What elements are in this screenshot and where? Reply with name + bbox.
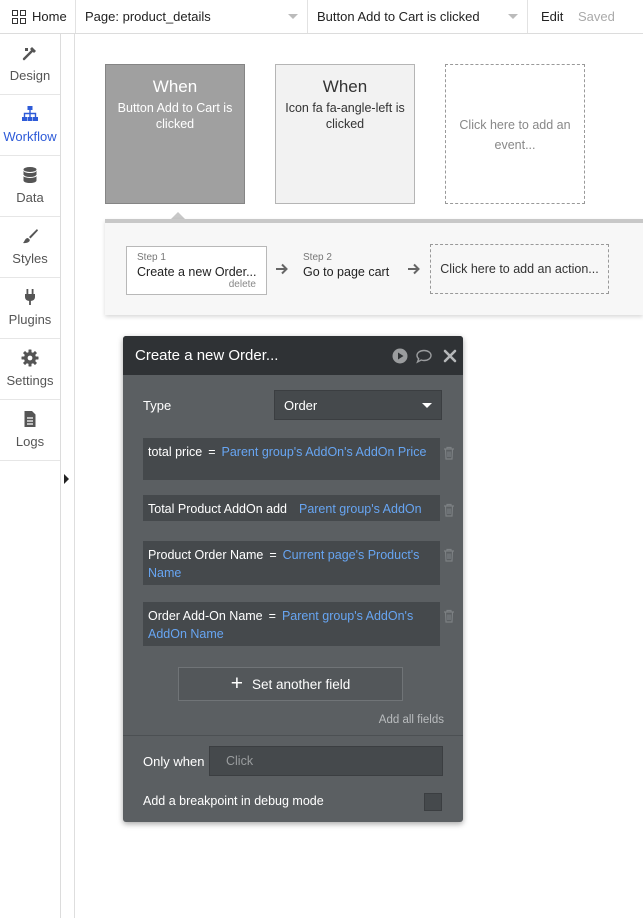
event-description: Icon fa fa-angle-left is clicked <box>285 101 405 131</box>
field-row-order-addon-name[interactable]: Order Add-On Name = Parent group's AddOn's… <box>143 602 440 646</box>
sidebar-item-label: Workflow <box>3 129 57 144</box>
chevron-down-icon <box>288 14 298 19</box>
home-button[interactable]: Home <box>0 0 76 33</box>
trash-icon[interactable] <box>443 446 455 460</box>
play-icon[interactable] <box>392 348 408 364</box>
chevron-down-icon <box>422 403 432 408</box>
saved-status: Saved <box>578 9 615 24</box>
action-steps-strip: Step 1 Create a new Order... delete Step… <box>105 219 643 315</box>
event-description: Button Add to Cart is clicked <box>117 101 233 131</box>
field-equals: = <box>269 548 277 562</box>
action-step-1[interactable]: Step 1 Create a new Order... delete <box>126 246 267 295</box>
step-title: Create a new Order... <box>137 265 257 279</box>
field-equals: = <box>208 445 216 459</box>
field-name: Total Product AddOn add <box>148 502 287 516</box>
sidebar-item-workflow[interactable]: Workflow <box>0 95 60 156</box>
step-number: Step 1 <box>137 252 166 263</box>
field-row-total-product-addon[interactable]: Total Product AddOn add Parent group's Ad… <box>143 495 440 521</box>
sidebar-item-label: Design <box>9 68 51 83</box>
sidebar: Design Workflow Data Styles Plugins Sett… <box>0 34 61 918</box>
field-name: Product Order Name <box>148 548 264 562</box>
delete-step-link[interactable]: delete <box>229 279 256 290</box>
sidebar-item-label: Logs <box>15 434 45 449</box>
field-row-total-price[interactable]: total price = Parent group's AddOn's AddOn… <box>143 438 440 480</box>
event-selector[interactable]: Button Add to Cart is clicked <box>308 0 528 33</box>
gear-icon <box>21 349 39 367</box>
add-event-placeholder[interactable]: Click here to add an event... <box>445 64 585 204</box>
comment-icon[interactable] <box>416 348 432 364</box>
workflow-icon <box>22 106 38 121</box>
event-card-add-to-cart[interactable]: When Button Add to Cart is clicked <box>105 64 245 204</box>
panel-title: Create a new Order... <box>135 347 279 364</box>
breakpoint-checkbox[interactable] <box>424 793 442 811</box>
page-selector[interactable]: Page: product_details <box>76 0 308 33</box>
plug-icon <box>25 289 35 305</box>
sidebar-item-label: Styles <box>12 251 48 266</box>
sidebar-item-data[interactable]: Data <box>0 156 60 217</box>
sidebar-item-styles[interactable]: Styles <box>0 217 60 278</box>
add-event-label: Click here to add an event... <box>459 118 571 152</box>
only-when-label: Only when <box>143 754 205 769</box>
sidebar-item-label: Data <box>16 190 44 205</box>
set-another-field-label: Set another field <box>251 676 351 692</box>
grid-icon <box>12 9 26 24</box>
brush-icon <box>23 229 38 244</box>
edit-button[interactable]: Edit <box>541 9 563 24</box>
type-dropdown[interactable]: Order <box>274 390 442 420</box>
database-icon <box>23 167 37 183</box>
add-action-placeholder[interactable]: Click here to add an action... <box>430 244 609 294</box>
panel-divider <box>123 735 463 736</box>
field-name: Order Add-On Name <box>148 609 263 623</box>
field-equals <box>287 502 299 516</box>
field-expression[interactable]: Parent group's AddOn's AddOn Price <box>222 445 427 459</box>
plus-icon: + <box>230 672 243 695</box>
sidebar-item-plugins[interactable]: Plugins <box>0 278 60 339</box>
field-expression[interactable]: Parent group's AddOn <box>299 502 422 516</box>
sidebar-item-logs[interactable]: Logs <box>0 400 60 461</box>
arrow-right-icon <box>408 263 420 275</box>
event-card-angle-left[interactable]: When Icon fa fa-angle-left is clicked <box>275 64 415 204</box>
action-step-2[interactable]: Step 2 Go to page cart <box>303 248 413 288</box>
sidebar-item-settings[interactable]: Settings <box>0 339 60 400</box>
close-icon[interactable] <box>442 348 458 364</box>
trash-icon[interactable] <box>443 609 455 623</box>
sidebar-item-label: Settings <box>6 373 54 388</box>
design-icon <box>22 47 36 61</box>
sidebar-item-design[interactable]: Design <box>0 34 60 95</box>
event-when-label: When <box>322 77 368 96</box>
event-when-label: When <box>152 77 198 96</box>
home-label: Home <box>32 9 67 24</box>
document-icon <box>24 411 36 427</box>
trash-icon[interactable] <box>443 548 455 562</box>
field-row-product-order-name[interactable]: Product Order Name = Current page's Produc… <box>143 541 440 585</box>
sidebar-item-label: Plugins <box>8 312 52 327</box>
add-all-fields-link[interactable]: Add all fields <box>379 714 444 726</box>
chevron-down-icon <box>508 14 518 19</box>
field-equals: = <box>268 609 276 623</box>
field-name: total price <box>148 445 203 459</box>
only-when-input[interactable]: Click <box>209 746 443 776</box>
step-number: Step 2 <box>303 252 332 263</box>
breakpoint-label: Add a breakpoint in debug mode <box>143 794 324 808</box>
panel-header: Create a new Order... <box>123 336 463 375</box>
step-title: Go to page cart <box>303 265 390 279</box>
action-property-panel: Create a new Order... Type Order total p… <box>123 336 463 822</box>
type-dropdown-value: Order <box>284 398 318 413</box>
sidebar-collapse-arrow-icon[interactable] <box>64 474 69 484</box>
event-selector-value: Button Add to Cart is clicked <box>317 9 480 24</box>
page-selector-value: Page: product_details <box>85 9 211 24</box>
type-label: Type <box>143 398 172 413</box>
set-another-field-button[interactable]: + Set another field <box>178 667 403 701</box>
arrow-right-icon <box>276 263 288 275</box>
trash-icon[interactable] <box>443 503 455 517</box>
top-bar: Home Page: product_details Button Add to… <box>0 0 643 34</box>
workspace-divider <box>74 34 75 918</box>
